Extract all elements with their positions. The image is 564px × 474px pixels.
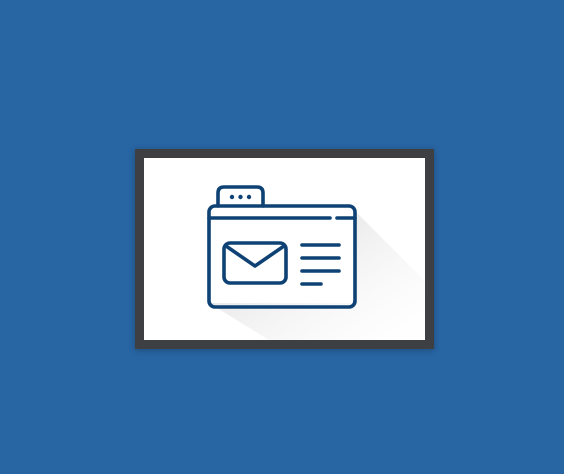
tab-dot (238, 194, 243, 200)
email-browser-window-icon (207, 185, 425, 340)
tab-dot (229, 194, 235, 200)
envelope-flap (224, 244, 286, 268)
tab-dot (246, 194, 252, 200)
long-shadow (209, 210, 425, 340)
image-frame (135, 149, 434, 349)
image-panel (144, 158, 425, 340)
page-background: { "background_color": "#2865a3", "frame_… (0, 0, 564, 474)
